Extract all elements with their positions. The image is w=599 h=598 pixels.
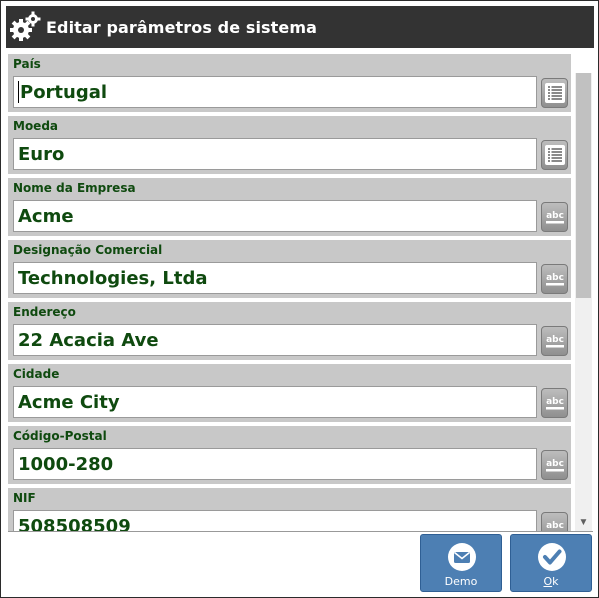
field-input[interactable]: 508508509 (13, 510, 537, 532)
window-title: Editar parâmetros de sistema (46, 17, 318, 37)
field-row: Designação Comercial Technologies, Ltda ab… (8, 240, 571, 298)
keyboard-abc-icon: abc (544, 516, 566, 531)
keyboard-abc-icon: abc (544, 268, 566, 290)
demo-button-label: Demo (444, 575, 478, 588)
field-input[interactable]: Portugal (13, 76, 537, 108)
keyboard-abc-icon: abc (544, 454, 566, 476)
field-input[interactable]: 1000-280 (13, 448, 537, 480)
ok-button-accesskey: O (543, 575, 553, 588)
field-value: Technologies, Ltda (18, 267, 208, 289)
envelope-icon (448, 543, 476, 571)
field-row: País Portugal (8, 54, 571, 112)
keyboard-button[interactable]: abc (541, 512, 568, 531)
field-value: Acme (18, 205, 74, 227)
svg-text:abc: abc (546, 273, 564, 283)
field-label: Endereço (13, 305, 76, 319)
field-value: Euro (18, 143, 65, 165)
field-label: Designação Comercial (13, 243, 163, 257)
svg-text:abc: abc (546, 211, 564, 221)
keyboard-button[interactable]: abc (541, 202, 568, 232)
keyboard-button[interactable]: abc (541, 326, 568, 356)
svg-text:abc: abc (546, 397, 564, 407)
field-row: Nome da Empresa Acme abc (8, 178, 571, 236)
ok-button[interactable]: Ok (510, 534, 592, 592)
keyboard-button[interactable]: abc (541, 264, 568, 294)
field-value: 1000-280 (18, 453, 114, 475)
field-label: Código-Postal (13, 429, 107, 443)
keyboard-abc-icon: abc (544, 392, 566, 414)
keyboard-button[interactable]: abc (541, 450, 568, 480)
checkmark-icon (538, 543, 566, 571)
title-bar: Editar parâmetros de sistema (6, 6, 594, 48)
keyboard-button[interactable]: abc (541, 388, 568, 418)
keyboard-abc-icon: abc (544, 330, 566, 352)
gears-icon (10, 11, 41, 41)
field-row: Endereço 22 Acacia Ave abc (8, 302, 571, 360)
field-row: Cidade Acme City abc (8, 364, 571, 422)
list-icon (544, 82, 566, 104)
field-row: Moeda Euro (8, 116, 571, 174)
ok-button-label-rest: k (552, 575, 559, 588)
field-row: NIF 508508509 abc (8, 488, 571, 532)
list-picker-button[interactable] (541, 140, 568, 170)
ok-button-label: Ok (511, 575, 591, 588)
field-label: Nome da Empresa (13, 181, 136, 195)
parameters-form: País Portugal Moeda Euro Nome da Empresa Acme… (8, 51, 593, 532)
field-input[interactable]: 22 Acacia Ave (13, 324, 537, 356)
field-value: Portugal (20, 81, 108, 103)
field-row: Código-Postal 1000-280 abc (8, 426, 571, 484)
field-value: 508508509 (18, 515, 131, 532)
svg-text:abc: abc (546, 521, 564, 531)
field-input[interactable]: Technologies, Ltda (13, 262, 537, 294)
field-value: 22 Acacia Ave (18, 329, 159, 351)
vertical-scrollbar[interactable]: ▼ (575, 73, 592, 531)
demo-button[interactable]: Demo (420, 534, 502, 592)
svg-text:abc: abc (546, 335, 564, 345)
field-label: Moeda (13, 119, 59, 133)
field-value: Acme City (18, 391, 120, 413)
text-caret (18, 81, 19, 103)
field-label: NIF (13, 491, 36, 505)
field-input[interactable]: Acme City (13, 386, 537, 418)
scrollbar-thumb[interactable] (576, 73, 591, 298)
scroll-down-arrow-icon[interactable]: ▼ (575, 516, 592, 530)
list-icon (544, 144, 566, 166)
system-parameters-window: Editar parâmetros de sistema País Portuga… (0, 0, 599, 598)
keyboard-abc-icon: abc (544, 206, 566, 228)
field-input[interactable]: Acme (13, 200, 537, 232)
list-picker-button[interactable] (541, 78, 568, 108)
field-input[interactable]: Euro (13, 138, 537, 170)
svg-text:abc: abc (546, 459, 564, 469)
field-label: Cidade (13, 367, 60, 381)
field-label: País (13, 57, 41, 71)
